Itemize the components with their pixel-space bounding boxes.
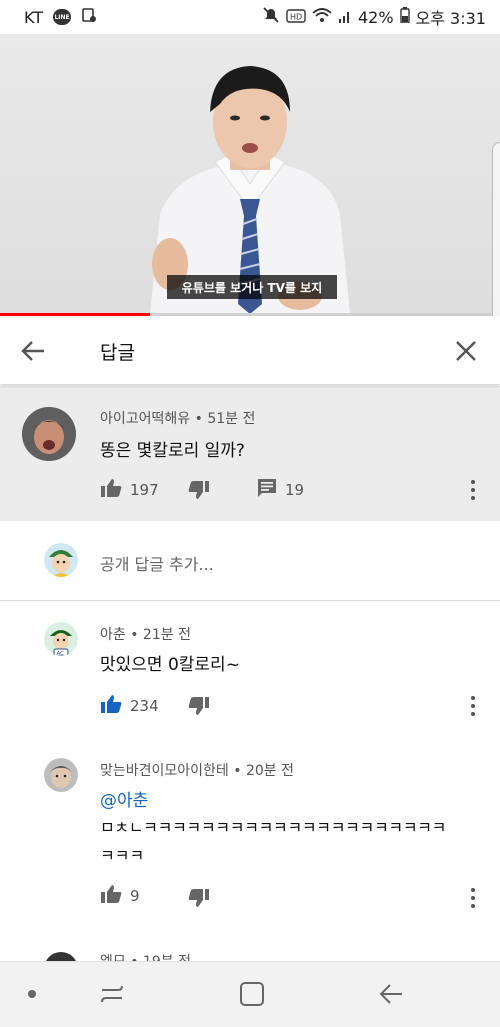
home-icon[interactable] [238,980,266,1012]
reply-input-placeholder[interactable]: 공개 답글 추가... [100,551,214,575]
battery-icon [399,7,410,27]
thumbs-up-icon [100,478,122,502]
replies-title: 답글 [100,342,135,364]
wifi-icon [312,7,332,27]
my-avatar [44,543,78,577]
svg-text:HD: HD [290,12,302,21]
reply-text: ㅁㅊㄴㅋㅋㅋㅋㅋㅋㅋㅋㅋㅋㅋㅋㅋㅋㅋㅋㅋㅋㅋㅋㅋ [100,818,447,837]
comment-text: 똥은 몇칼로리 일까? [100,441,245,461]
like-count: 197 [130,481,159,499]
thumbs-up-icon [100,884,122,908]
thumbs-down-icon[interactable] [188,888,210,912]
like-count: 9 [130,887,140,905]
like-button[interactable]: 9 [100,884,140,908]
back-icon[interactable] [376,980,406,1012]
comment-author[interactable]: 아이고어떡해유 • 51분 전 [100,408,255,428]
replies-button[interactable]: 19 [257,478,304,502]
close-icon[interactable] [451,336,481,366]
reply-author[interactable]: 아춘 • 21분 전 [100,624,191,644]
replies-header: 답글 [0,316,500,384]
hd-voice-icon: HD [286,8,306,27]
thumbs-down-icon[interactable] [188,696,210,720]
more-options-icon[interactable] [470,696,476,716]
reply-text: ㅋㅋㅋ [100,846,145,865]
svg-text:AC: AC [57,651,65,656]
avatar[interactable] [22,407,76,461]
comment-icon [257,478,277,502]
like-count: 234 [130,697,159,715]
battery-percent: 42% [357,7,394,27]
mute-icon [262,6,280,28]
status-bar: KT LINE HD 42% 오후 3:31 [0,0,500,34]
line-app-icon: LINE [53,9,72,25]
more-options-icon[interactable] [470,480,476,500]
thumbs-up-icon [100,694,122,718]
video-player[interactable]: 유튜브를 보거나 TV를 보지 [0,34,500,314]
reply-count: 19 [285,481,305,499]
avatar[interactable]: AC [44,622,78,656]
like-button[interactable]: 234 [100,694,159,718]
more-options-icon[interactable] [470,888,476,908]
clock: 오후 3:31 [415,9,486,28]
carrier-label: KT [24,7,44,27]
signal-icon [338,8,352,27]
nav-dot-icon[interactable] [28,990,36,998]
parent-comment: 아이고어떡해유 • 51분 전 똥은 몇칼로리 일까? 197 19 [0,386,500,521]
avatar[interactable] [44,758,78,792]
system-nav-bar [0,961,500,1027]
back-arrow-icon[interactable] [18,336,48,366]
reply-author[interactable]: 맞는바견이모아이한테 • 20분 전 [100,760,294,780]
video-caption: 유튜브를 보거나 TV를 보지 [167,275,337,299]
recent-apps-icon[interactable] [98,980,126,1012]
reply-text: 맛있으면 0칼로리~ [100,655,240,675]
add-reply-row[interactable]: 공개 답글 추가... [0,521,500,601]
like-button[interactable]: 197 [100,478,159,502]
video-frame [150,66,350,314]
notification-icon [81,7,97,27]
mention-link[interactable]: @아춘 [100,786,148,811]
thumbs-down-icon[interactable] [188,480,210,504]
